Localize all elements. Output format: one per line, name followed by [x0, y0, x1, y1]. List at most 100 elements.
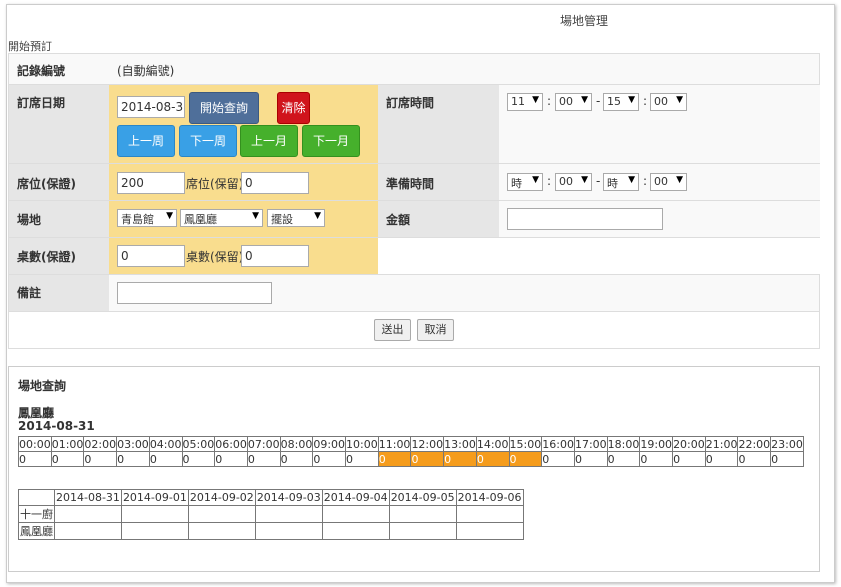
note-input[interactable] [117, 282, 272, 304]
calendar-row-label: 十一廚 [18, 505, 55, 523]
timeline-hour-cell: 06:00 [214, 436, 248, 452]
amount-input[interactable] [507, 208, 663, 230]
seats-reserve-label: 席位(保留) [186, 177, 244, 191]
prep-end-minute-value: 00 [654, 175, 668, 188]
timeline-count-cell[interactable]: 0 [704, 451, 739, 467]
time-start-minute-select[interactable]: 00 ▼ [555, 93, 592, 111]
timeline-hour-cell: 16:00 [541, 436, 575, 452]
row-note: 備註 [8, 274, 820, 312]
seats-label: 席位(保證) [17, 177, 76, 191]
tables-label: 桌數(保證) [17, 250, 76, 264]
timeline-count-cell[interactable]: 0 [214, 451, 248, 467]
timeline-count-cell[interactable]: 0 [639, 451, 674, 467]
cancel-button[interactable]: 取消 [417, 319, 454, 341]
timeline-count-cell[interactable]: 0 [377, 451, 412, 467]
calendar-cell[interactable] [388, 505, 457, 523]
date-input[interactable]: 2014-08-31 [117, 96, 185, 118]
prep-end-hour-select[interactable]: 時 ▼ [603, 173, 639, 191]
query-date: 2014-08-31 [18, 419, 95, 433]
prev-month-button[interactable]: 上一月 [240, 125, 298, 157]
timeline-count-cell[interactable]: 0 [541, 451, 575, 467]
calendar-cell[interactable] [120, 522, 189, 540]
chevron-down-icon: ▼ [532, 175, 539, 185]
timeline-counts-row: 000000000000000000000000 [18, 451, 804, 467]
timeline-count-cell[interactable]: 0 [573, 451, 608, 467]
tables-reserve-input[interactable]: 0 [241, 245, 309, 267]
calendar-cell[interactable] [254, 522, 323, 540]
timeline-count-cell[interactable]: 0 [770, 451, 804, 467]
timeline-count-cell[interactable]: 0 [672, 451, 706, 467]
calendar-cell[interactable] [54, 522, 122, 540]
timeline-count-cell[interactable]: 0 [50, 451, 85, 467]
prep-label: 準備時間 [386, 177, 435, 191]
prep-end-hour-value: 時 [607, 177, 618, 190]
time-end-minute-select[interactable]: 00 ▼ [650, 93, 687, 111]
calendar-cell[interactable] [54, 505, 122, 523]
row-date: 訂席日期 2014-08-31 開始查詢 清除 上一周 下一周 上一月 下一月 … [8, 84, 820, 164]
timeline-count-cell[interactable]: 0 [83, 451, 118, 467]
timeline-count-cell[interactable]: 0 [279, 451, 314, 467]
timeline-hour-cell: 09:00 [312, 436, 347, 452]
next-week-button[interactable]: 下一周 [179, 125, 237, 157]
calendar-row: 鳳凰廳 [18, 522, 524, 540]
calendar-cell[interactable] [455, 522, 524, 540]
timeline-count-cell[interactable]: 0 [443, 451, 477, 467]
row-seats: 席位(保證) 200 席位(保留) 0 準備時間 時 ▼ : 00 ▼ - 時 ▼ :… [8, 163, 820, 201]
row-actions: 送出 取消 [8, 311, 820, 349]
timeline-count-cell[interactable]: 0 [508, 451, 543, 467]
prep-end-minute-select[interactable]: 00 ▼ [650, 173, 687, 191]
submit-button[interactable]: 送出 [374, 319, 411, 341]
page-title: 場地管理 [560, 14, 609, 28]
timeline-count-cell[interactable]: 0 [116, 451, 150, 467]
seats-input[interactable]: 200 [117, 172, 185, 194]
calendar-cell[interactable] [455, 505, 524, 523]
timeline-hour-cell: 02:00 [83, 436, 118, 452]
layout-select[interactable]: 擺設 ▼ [267, 209, 325, 227]
prep-start-minute-value: 00 [559, 175, 573, 188]
calendar-cell[interactable] [321, 522, 390, 540]
row-tables: 桌數(保證) 0 桌數(保留) 0 [8, 237, 820, 275]
timeline-count-cell[interactable]: 0 [606, 451, 641, 467]
calendar-cell[interactable] [187, 522, 256, 540]
prep-start-hour-select[interactable]: 時 ▼ [507, 173, 543, 191]
timeline-hour-cell: 10:00 [345, 436, 379, 452]
calendar-cell[interactable] [187, 505, 256, 523]
timeline-hours-row: 00:00 01:00 02:00 03:00 04:00 05:00 06:00 07:00… [18, 436, 804, 452]
calendar-cell[interactable] [388, 522, 457, 540]
timeline-count-cell[interactable]: 0 [475, 451, 510, 467]
timeline-hour-cell: 22:00 [737, 436, 772, 452]
timeline-hour-cell: 03:00 [116, 436, 150, 452]
chevron-down-icon: ▼ [676, 95, 683, 105]
timeline-count-cell[interactable]: 0 [246, 451, 281, 467]
timeline-hour-cell: 01:00 [50, 436, 85, 452]
prep-start-minute-select[interactable]: 00 ▼ [555, 173, 592, 191]
start-query-button[interactable]: 開始查詢 [189, 92, 259, 124]
venue-label: 場地 [17, 213, 42, 227]
next-month-button[interactable]: 下一月 [302, 125, 360, 157]
timeline-count-cell[interactable]: 0 [312, 451, 347, 467]
tables-blank-cell [378, 238, 820, 274]
calendar-cell[interactable] [254, 505, 323, 523]
time-end-hour-select[interactable]: 15 ▼ [603, 93, 639, 111]
colon-separator: : [547, 94, 552, 108]
prev-week-button[interactable]: 上一周 [117, 125, 175, 157]
timeline-count-cell[interactable]: 0 [181, 451, 216, 467]
chevron-down-icon: ▼ [581, 95, 588, 105]
calendar-cell[interactable] [120, 505, 189, 523]
calendar-cell[interactable] [321, 505, 390, 523]
timeline-hour-cell: 19:00 [639, 436, 674, 452]
seats-reserve-input[interactable]: 0 [241, 172, 309, 194]
timeline-count-cell[interactable]: 0 [148, 451, 183, 467]
dash-separator: - [596, 174, 601, 188]
timeline-count-cell[interactable]: 0 [345, 451, 379, 467]
building-select[interactable]: 青島館 ▼ [117, 209, 177, 227]
timeline-count-cell[interactable]: 0 [737, 451, 772, 467]
chevron-down-icon: ▼ [314, 211, 321, 221]
time-start-hour-select[interactable]: 11 ▼ [507, 93, 543, 111]
hall-select[interactable]: 鳳凰廳 ▼ [180, 209, 263, 227]
clear-button[interactable]: 清除 [277, 92, 310, 124]
timeline-count-cell[interactable]: 0 [410, 451, 445, 467]
tables-input[interactable]: 0 [117, 245, 185, 267]
timeline-count-cell[interactable]: 0 [18, 451, 52, 467]
timeline-hour-cell: 12:00 [410, 436, 445, 452]
